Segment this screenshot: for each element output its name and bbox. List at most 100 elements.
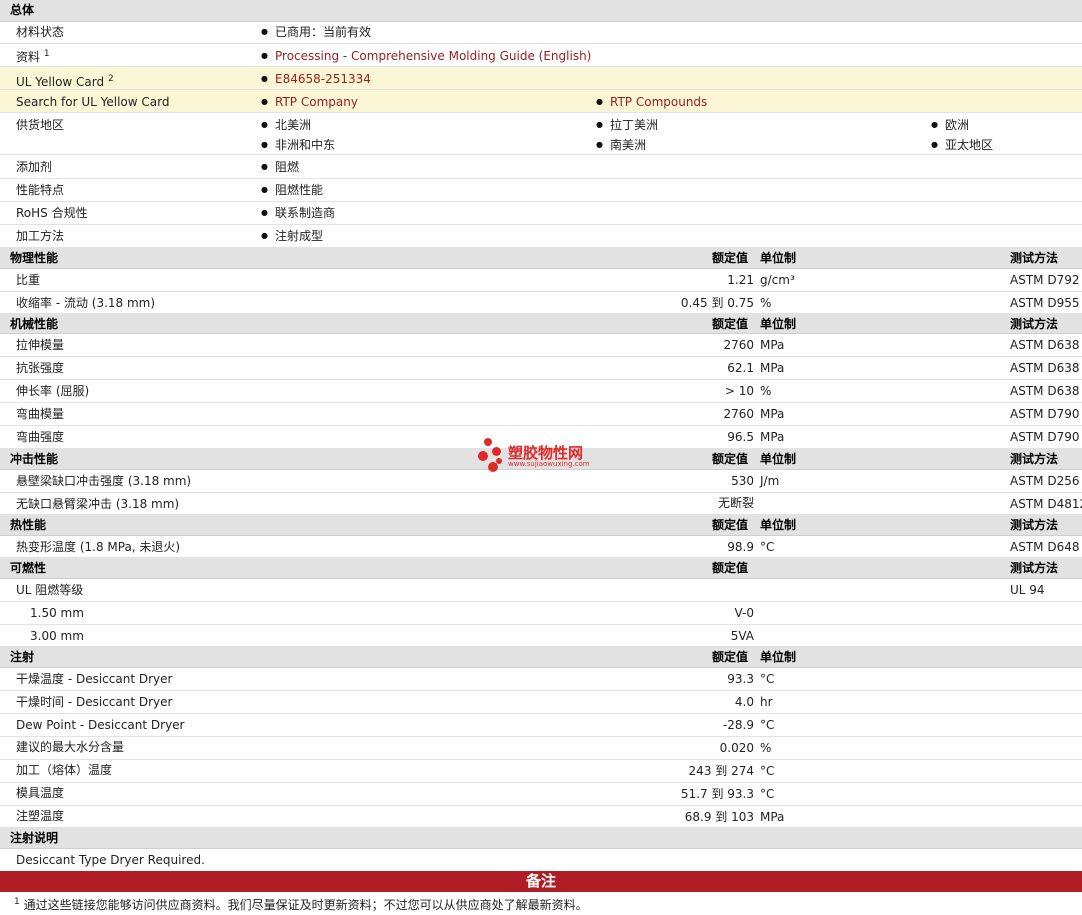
- watermark-url: www.sujiaowuxing.com: [508, 460, 590, 468]
- row-features: 性能特点 阻燃性能: [0, 179, 1082, 202]
- row-value: 1.21: [727, 273, 754, 287]
- row-label: Search for UL Yellow Card: [16, 95, 170, 109]
- header-method: 测试方法: [1010, 251, 1059, 265]
- section-mechanical: 机械性能 额定值 单位制 测试方法: [0, 314, 1082, 334]
- row-value: 68.9 到 103: [684, 810, 754, 824]
- row-unit: %: [760, 296, 772, 310]
- table-row: 拉伸模量 2760 MPa ASTM D638: [0, 334, 1082, 357]
- injection-note-text: Desiccant Type Dryer Required.: [16, 853, 205, 867]
- table-row: 弯曲模量 2760 MPa ASTM D790: [0, 403, 1082, 426]
- bullet-value: 已商用：当前有效: [261, 22, 371, 42]
- header-rated: 额定值: [712, 452, 749, 466]
- row-unit: %: [760, 741, 772, 755]
- header-rated: 额定值: [712, 251, 749, 265]
- header-rated: 额定值: [712, 317, 749, 331]
- row-value: 62.1: [727, 361, 754, 375]
- row-method: ASTM D648: [1010, 540, 1080, 554]
- row-label: 供货地区: [16, 118, 65, 132]
- section-injection-notes: 注射说明: [0, 828, 1082, 849]
- header-unit: 单位制: [760, 452, 797, 466]
- table-row: 注塑温度 68.9 到 103 MPa: [0, 806, 1082, 828]
- row-unit: MPa: [760, 810, 785, 824]
- table-row: 伸长率 (屈服) > 10 % ASTM D638: [0, 380, 1082, 403]
- row-value: 243 到 274: [688, 764, 754, 778]
- row-label: 性能特点: [16, 183, 65, 197]
- row-unit: J/m: [760, 474, 780, 488]
- row-value: 无断裂: [717, 496, 754, 510]
- row-method: ASTM D792: [1010, 273, 1080, 287]
- region: 南美洲: [596, 135, 646, 155]
- footnote-ref: 1: [43, 49, 50, 59]
- row-value: 2760: [723, 407, 754, 421]
- header-rated: 额定值: [712, 518, 749, 532]
- row-unit: MPa: [760, 430, 785, 444]
- row-unit: °C: [760, 672, 775, 686]
- section-injection: 注射 额定值 单位制: [0, 647, 1082, 668]
- header-method: 测试方法: [1010, 452, 1059, 466]
- row-label: RoHS 合规性: [16, 206, 88, 220]
- table-row: 加工（熔体）温度 243 到 274 °C: [0, 760, 1082, 783]
- row-unit: %: [760, 384, 772, 398]
- row-label: 3.00 mm: [30, 629, 84, 643]
- row-label: 材料状态: [16, 25, 65, 39]
- table-row: UL 阻燃等级 UL 94: [0, 579, 1082, 602]
- row-unit: °C: [760, 764, 775, 778]
- row-method: ASTM D638: [1010, 384, 1080, 398]
- section-title: 冲击性能: [10, 452, 59, 466]
- row-label: 比重: [16, 273, 41, 287]
- table-row: 3.00 mm 5VA: [0, 625, 1082, 647]
- table-row: 干燥温度 - Desiccant Dryer 93.3 °C: [0, 668, 1082, 691]
- row-label: Dew Point - Desiccant Dryer: [16, 718, 185, 732]
- row-label-wrap: UL Yellow Card 2: [16, 69, 114, 92]
- row-unit: g/cm³: [760, 273, 795, 287]
- row-value: > 10: [724, 384, 754, 398]
- footnote-ref: 2: [107, 74, 114, 84]
- row-label: 加工（熔体）温度: [16, 763, 113, 777]
- row-value: 98.9: [727, 540, 754, 554]
- header-unit: 单位制: [760, 650, 797, 664]
- row-value: 0.45 到 0.75: [680, 296, 754, 310]
- region: 拉丁美洲: [596, 115, 658, 135]
- row-search-ul: Search for UL Yellow Card RTP Company RT…: [0, 90, 1082, 113]
- row-unit: MPa: [760, 361, 785, 375]
- row-value: 2760: [723, 338, 754, 352]
- region: 欧洲: [931, 115, 969, 135]
- link-rtp-compounds[interactable]: RTP Compounds: [596, 92, 707, 112]
- row-value: 0.020: [719, 741, 754, 755]
- row-label: UL Yellow Card: [16, 75, 105, 89]
- row-unit: MPa: [760, 338, 785, 352]
- bullet-value: 联系制造商: [261, 203, 335, 223]
- header-method: 测试方法: [1010, 518, 1059, 532]
- injection-note-row: Desiccant Type Dryer Required.: [0, 849, 1082, 871]
- section-title: 注射说明: [10, 831, 59, 845]
- row-label: 悬壁梁缺口冲击强度 (3.18 mm): [16, 474, 192, 488]
- link-processing-guide[interactable]: Processing - Comprehensive Molding Guide…: [261, 46, 591, 66]
- row-value: V-0: [734, 606, 754, 620]
- row-label: 收缩率 - 流动 (3.18 mm): [16, 296, 156, 310]
- row-label: 加工方法: [16, 229, 65, 243]
- section-title: 注射: [10, 650, 35, 664]
- row-unit: °C: [760, 718, 775, 732]
- row-label: 建议的最大水分含量: [16, 740, 125, 754]
- section-title: 总体: [10, 3, 35, 17]
- header-unit: 单位制: [760, 317, 797, 331]
- header-unit: 单位制: [760, 518, 797, 532]
- row-label: 抗张强度: [16, 361, 65, 375]
- row-label: 添加剂: [16, 160, 53, 174]
- row-label: 弯曲模量: [16, 407, 65, 421]
- link-rtp-company[interactable]: RTP Company: [261, 92, 358, 112]
- row-method: ASTM D790: [1010, 407, 1080, 421]
- section-flammability: 可燃性 额定值 测试方法: [0, 558, 1082, 579]
- row-method: ASTM D4812: [1010, 497, 1082, 511]
- row-label: 无缺口悬臂梁冲击 (3.18 mm): [16, 497, 180, 511]
- bullet-value: 注射成型: [261, 226, 323, 246]
- row-rohs: RoHS 合规性 联系制造商: [0, 202, 1082, 225]
- notes-header: 备注: [0, 871, 1082, 892]
- row-regions: 供货地区 北美洲 拉丁美洲 欧洲 非洲和中东 南美洲 亚太地区: [0, 113, 1082, 155]
- link-ul-card[interactable]: E84658-251334: [261, 69, 371, 89]
- section-general: 总体: [0, 0, 1082, 22]
- row-additive: 添加剂 阻燃: [0, 155, 1082, 179]
- table-row: 收缩率 - 流动 (3.18 mm) 0.45 到 0.75 % ASTM D9…: [0, 292, 1082, 314]
- row-method: ASTM D638: [1010, 338, 1080, 352]
- row-label: 拉伸模量: [16, 338, 65, 352]
